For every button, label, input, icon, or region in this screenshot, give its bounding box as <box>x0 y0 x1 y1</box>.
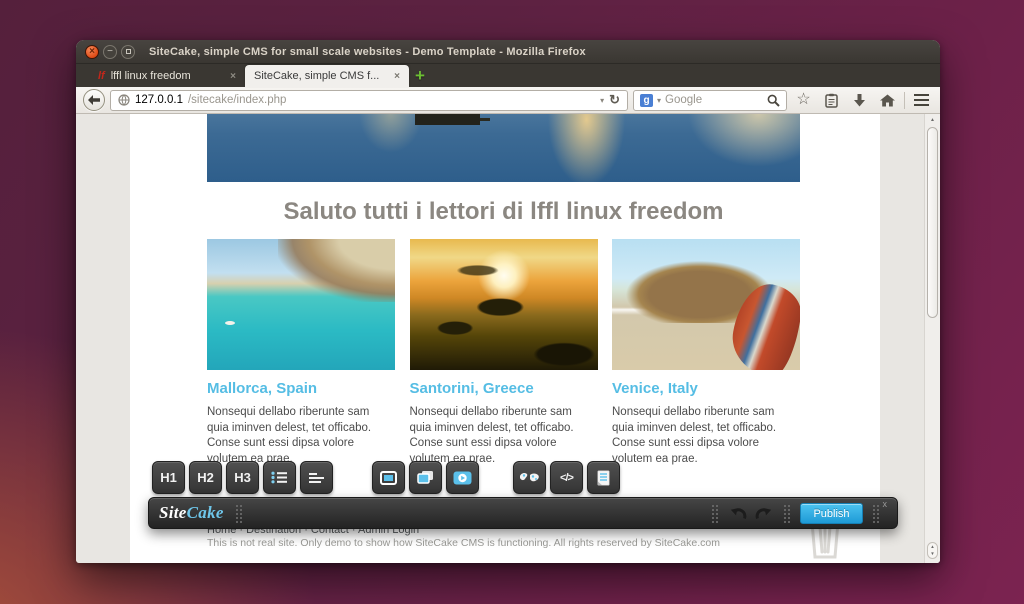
url-bar[interactable]: 127.0.0.1/sitecake/index.php ▾ ↻ <box>110 90 628 111</box>
scrollbar-thumb[interactable] <box>927 127 938 318</box>
redo-button[interactable] <box>755 507 772 520</box>
search-input[interactable]: Google <box>665 94 763 106</box>
tab-close-icon[interactable]: × <box>230 71 236 82</box>
drag-handle-icon[interactable] <box>235 504 243 523</box>
tab-lffl-linux-freedom[interactable]: lf lffl linux freedom × <box>89 65 245 87</box>
santorini-photo[interactable] <box>410 239 598 370</box>
sitecake-logo: SiteCake <box>159 503 224 523</box>
image-button[interactable] <box>372 461 405 494</box>
page-heading[interactable]: Saluto tutti i lettori di lffl linux fre… <box>207 198 800 226</box>
world-map-icon <box>519 472 540 484</box>
navigation-toolbar: 127.0.0.1/sitecake/index.php ▾ ↻ g ▾ Goo… <box>76 87 940 114</box>
gallery-button[interactable] <box>409 461 442 494</box>
desktop-background: × − SiteCake, simple CMS for small scale… <box>0 0 1024 604</box>
column-venice: Venice, Italy Nonsequi dellabo riberunte… <box>612 239 800 467</box>
tab-sitecake[interactable]: SiteCake, simple CMS f... × <box>245 65 409 87</box>
form-page-icon <box>597 470 610 486</box>
gallery-icon <box>417 470 434 485</box>
clipboard-icon <box>825 93 838 108</box>
window-maximize-button[interactable] <box>121 45 135 59</box>
google-favicon-icon[interactable]: g <box>640 94 653 107</box>
column-text[interactable]: Nonsequi dellabo riberunte sam quia imin… <box>410 405 592 467</box>
publish-button[interactable]: Publish <box>800 503 863 524</box>
window-titlebar[interactable]: × − SiteCake, simple CMS for small scale… <box>76 40 940 64</box>
sitecake-media-tools <box>372 461 479 494</box>
paragraph-icon <box>309 472 324 484</box>
page-viewport: Saluto tutti i lettori di lffl linux fre… <box>76 114 940 563</box>
search-engine-dropdown-icon[interactable]: ▾ <box>657 96 661 105</box>
reload-button[interactable]: ↻ <box>609 92 620 108</box>
undo-icon <box>730 507 747 520</box>
firefox-window: × − SiteCake, simple CMS for small scale… <box>76 40 940 563</box>
image-icon <box>380 471 397 485</box>
video-button[interactable] <box>446 461 479 494</box>
maximize-icon <box>126 49 131 54</box>
downloads-button[interactable] <box>848 94 871 107</box>
window-title: SiteCake, simple CMS for small scale web… <box>149 46 586 58</box>
bullet-list-icon <box>271 471 288 484</box>
scrollbar-steppers[interactable]: ▲ ▼ <box>927 542 938 559</box>
vertical-scrollbar[interactable]: ▲ ▲ ▼ <box>924 114 940 563</box>
site-identity-globe-icon <box>118 94 130 106</box>
undo-button[interactable] <box>730 507 747 520</box>
map-button[interactable] <box>513 461 546 494</box>
bookmarks-menu-button[interactable] <box>820 93 843 108</box>
lffl-favicon-icon: lf <box>98 70 105 82</box>
star-icon: ☆ <box>796 92 810 108</box>
sitecake-close-button[interactable]: x <box>883 499 888 509</box>
url-dropdown-icon[interactable]: ▾ <box>600 96 604 105</box>
new-tab-button[interactable]: + <box>415 67 425 84</box>
column-title[interactable]: Mallorca, Spain <box>207 380 395 397</box>
sea-banner-photo[interactable] <box>207 114 800 182</box>
search-bar[interactable]: g ▾ Google <box>633 90 787 111</box>
h3-button[interactable]: H3 <box>226 461 259 494</box>
column-mallorca: Mallorca, Spain Nonsequi dellabo riberun… <box>207 239 395 467</box>
drag-handle-icon[interactable] <box>872 504 880 523</box>
h2-button[interactable]: H2 <box>189 461 222 494</box>
list-button[interactable] <box>263 461 296 494</box>
tab-label: lffl linux freedom <box>111 70 224 82</box>
home-icon <box>880 94 895 107</box>
h1-button[interactable]: H1 <box>152 461 185 494</box>
column-santorini: Santorini, Greece Nonsequi dellabo riber… <box>410 239 598 467</box>
paragraph-button[interactable] <box>300 461 333 494</box>
code-icon: </> <box>560 472 573 484</box>
home-button[interactable] <box>876 94 899 107</box>
scroll-up-icon[interactable]: ▲ <box>925 117 940 123</box>
scroll-down-icon[interactable]: ▼ <box>930 551 934 557</box>
sitecake-bar[interactable]: SiteCake Publish <box>148 497 898 529</box>
footer-note: This is not real site. Only demo to show… <box>207 537 720 549</box>
hamburger-menu-icon <box>914 94 929 107</box>
search-icon[interactable] <box>767 94 780 107</box>
venice-photo[interactable] <box>612 239 800 370</box>
tab-close-icon[interactable]: × <box>394 71 400 82</box>
url-path: /sitecake/index.php <box>188 94 286 106</box>
drag-handle-icon[interactable] <box>711 504 719 523</box>
tab-bar: lf lffl linux freedom × SiteCake, simple… <box>76 64 940 87</box>
download-arrow-icon <box>853 94 866 107</box>
toolbar-separator <box>904 92 905 109</box>
drag-handle-icon[interactable] <box>783 504 791 523</box>
sitecake-embed-tools: </> <box>513 461 620 494</box>
back-button[interactable] <box>83 89 105 111</box>
menu-button[interactable] <box>910 94 933 107</box>
window-minimize-button[interactable]: − <box>103 45 117 59</box>
bookmark-star-button[interactable]: ☆ <box>792 92 815 108</box>
video-icon <box>453 471 472 485</box>
sitecake-text-tools: H1 H2 H3 <box>152 461 333 494</box>
page-content: Saluto tutti i lettori di lffl linux fre… <box>207 114 800 467</box>
back-arrow-icon <box>88 95 100 105</box>
form-button[interactable] <box>587 461 620 494</box>
html-code-button[interactable]: </> <box>550 461 583 494</box>
column-text[interactable]: Nonsequi dellabo riberunte sam quia imin… <box>207 405 389 467</box>
column-title[interactable]: Venice, Italy <box>612 380 800 397</box>
redo-icon <box>755 507 772 520</box>
mallorca-photo[interactable] <box>207 239 395 370</box>
destination-columns: Mallorca, Spain Nonsequi dellabo riberun… <box>207 239 800 467</box>
column-title[interactable]: Santorini, Greece <box>410 380 598 397</box>
window-close-button[interactable]: × <box>85 45 99 59</box>
column-text[interactable]: Nonsequi dellabo riberunte sam quia imin… <box>612 405 794 467</box>
tab-label: SiteCake, simple CMS f... <box>254 70 388 82</box>
url-host: 127.0.0.1 <box>135 94 183 106</box>
